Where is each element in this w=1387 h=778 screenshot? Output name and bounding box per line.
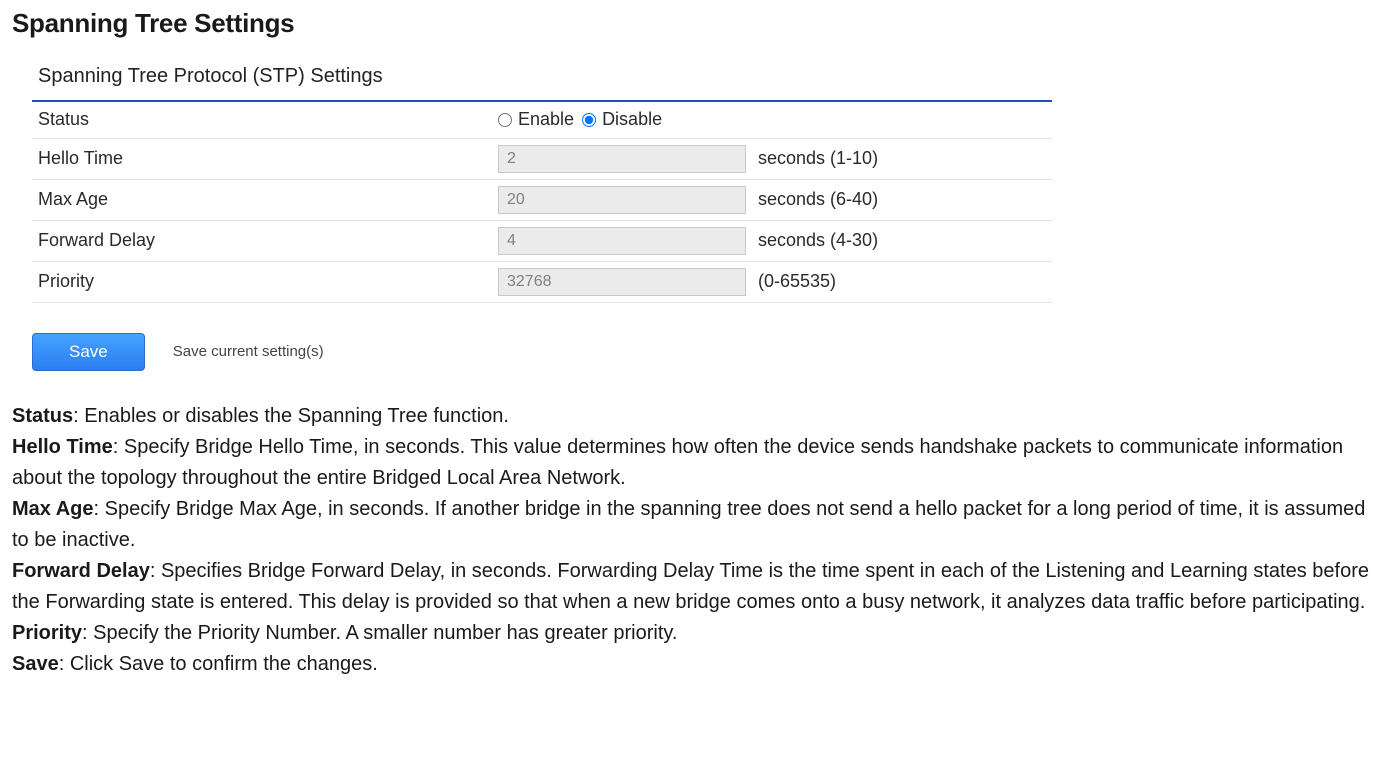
stp-settings-panel: Spanning Tree Protocol (STP) Settings St… [32, 59, 1052, 303]
save-row: Save Save current setting(s) [32, 333, 1375, 371]
desc-max-age: Max Age: Specify Bridge Max Age, in seco… [12, 494, 1375, 556]
save-button[interactable]: Save [32, 333, 145, 371]
row-max-age: Max Age seconds (6-40) [32, 179, 1052, 220]
label-max-age: Max Age [32, 179, 492, 220]
radio-disable-text: Disable [602, 109, 662, 130]
radio-enable-label[interactable]: Enable [498, 109, 574, 130]
label-hello-time: Hello Time [32, 138, 492, 179]
row-status: Status Enable Disable [32, 102, 1052, 138]
radio-enable-text: Enable [518, 109, 574, 130]
desc-priority: Priority: Specify the Priority Number. A… [12, 618, 1375, 649]
panel-header: Spanning Tree Protocol (STP) Settings [32, 59, 1052, 102]
save-hint: Save current setting(s) [173, 343, 324, 360]
desc-status: Status: Enables or disables the Spanning… [12, 401, 1375, 432]
radio-disable[interactable] [582, 113, 596, 127]
status-radio-group: Enable Disable [498, 109, 1046, 130]
row-priority: Priority (0-65535) [32, 261, 1052, 302]
desc-hello-time: Hello Time: Specify Bridge Hello Time, i… [12, 432, 1375, 494]
input-priority[interactable] [498, 268, 746, 296]
radio-disable-label[interactable]: Disable [582, 109, 662, 130]
row-hello-time: Hello Time seconds (1-10) [32, 138, 1052, 179]
page-title: Spanning Tree Settings [12, 8, 1375, 39]
desc-forward-delay: Forward Delay: Specifies Bridge Forward … [12, 556, 1375, 618]
hint-priority: (0-65535) [752, 261, 1052, 302]
row-forward-delay: Forward Delay seconds (4-30) [32, 220, 1052, 261]
label-forward-delay: Forward Delay [32, 220, 492, 261]
label-priority: Priority [32, 261, 492, 302]
radio-enable[interactable] [498, 113, 512, 127]
descriptions: Status: Enables or disables the Spanning… [12, 401, 1375, 680]
input-forward-delay[interactable] [498, 227, 746, 255]
hint-hello-time: seconds (1-10) [752, 138, 1052, 179]
input-hello-time[interactable] [498, 145, 746, 173]
settings-table: Status Enable Disable Hello Time [32, 102, 1052, 303]
desc-save: Save: Click Save to confirm the changes. [12, 649, 1375, 680]
hint-forward-delay: seconds (4-30) [752, 220, 1052, 261]
input-max-age[interactable] [498, 186, 746, 214]
hint-max-age: seconds (6-40) [752, 179, 1052, 220]
label-status: Status [32, 102, 492, 138]
